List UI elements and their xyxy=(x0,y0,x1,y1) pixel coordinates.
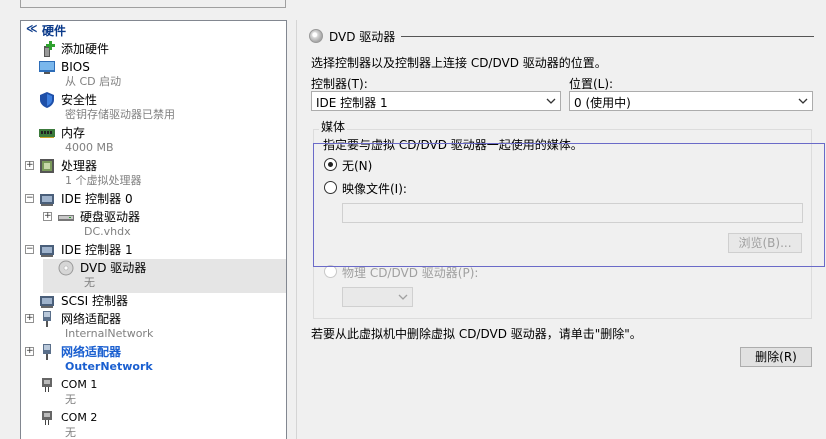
tree-item-subtext: 1 个虚拟处理器 xyxy=(65,174,142,187)
hardware-header-label: 硬件 xyxy=(42,24,67,38)
dvd-disc-icon xyxy=(309,29,323,43)
location-select-value: 0 (使用中) xyxy=(574,96,631,110)
shield-icon xyxy=(40,92,54,108)
tree-item-label: 内存 xyxy=(61,126,86,140)
tree-item-subtext: 无 xyxy=(65,426,76,439)
top-strip xyxy=(0,0,826,14)
memory-icon xyxy=(39,129,55,138)
panel-title: DVD 驱动器 xyxy=(329,30,396,44)
tree-item-label: DVD 驱动器 xyxy=(80,261,147,275)
controller-select-value: IDE 控制器 1 xyxy=(316,96,388,110)
physical-drive-radio[interactable] xyxy=(324,265,337,278)
tree-item-label: 网络适配器 xyxy=(61,312,122,326)
media-description: 指定要与虚拟 CD/DVD 驱动器一起使用的媒体。 xyxy=(323,138,583,152)
expand-icon[interactable]: + xyxy=(43,212,52,221)
processor-icon xyxy=(40,159,54,173)
panel-description: 选择控制器以及控制器上连接 CD/DVD 驱动器的位置。 xyxy=(311,56,607,70)
controller-icon xyxy=(40,245,54,257)
tree-item-label: COM 2 xyxy=(61,411,98,424)
location-label: 位置(L): xyxy=(569,77,614,91)
expand-icon[interactable]: + xyxy=(25,347,34,356)
tree-item-hard-drive[interactable]: + 硬盘驱动器 xyxy=(21,209,286,225)
chevron-down-icon xyxy=(798,98,808,104)
hardware-tree[interactable]: ≪ 硬件 添加硬件 BIOS 从 CD 启动 安全性 密钥存储驱动器已禁用 内存… xyxy=(20,20,287,439)
media-group-label: 媒体 xyxy=(319,118,348,135)
collapse-chevron-icon[interactable]: ≪ xyxy=(26,22,38,35)
tree-item-security[interactable]: 安全性 xyxy=(21,92,286,108)
tree-item-subtext: OuterNetwork xyxy=(65,360,153,373)
none-radio[interactable] xyxy=(324,158,337,171)
tree-item-scsi-controller[interactable]: SCSI 控制器 xyxy=(21,293,286,309)
physical-drive-select[interactable] xyxy=(342,287,413,307)
collapse-icon[interactable]: − xyxy=(25,245,34,254)
dvd-disc-icon xyxy=(58,260,74,276)
tree-item-subtext: 密钥存储驱动器已禁用 xyxy=(65,108,175,121)
serial-port-icon xyxy=(42,411,52,425)
image-file-radio-label[interactable]: 映像文件(I): xyxy=(342,180,407,197)
add-hardware-icon xyxy=(44,41,55,57)
tree-item-subtext: 无 xyxy=(65,393,76,406)
image-file-path-input[interactable] xyxy=(342,203,803,223)
physical-drive-label: 物理 CD/DVD 驱动器(P): xyxy=(342,266,479,280)
hard-drive-icon xyxy=(58,215,74,221)
chevron-down-icon xyxy=(398,294,408,300)
hardware-section-header[interactable]: ≪ 硬件 xyxy=(21,21,286,38)
tree-item-com2[interactable]: COM 2 xyxy=(21,410,286,426)
chevron-down-icon xyxy=(546,98,556,104)
image-file-radio[interactable] xyxy=(324,181,337,194)
tree-item-network-adapter-internal[interactable]: + 网络适配器 xyxy=(21,311,286,327)
top-box xyxy=(20,0,286,8)
tree-item-label: IDE 控制器 0 xyxy=(61,192,133,206)
location-select[interactable]: 0 (使用中) xyxy=(569,91,813,111)
tree-item-subtext: 从 CD 启动 xyxy=(65,75,122,88)
tree-item-label: 硬盘驱动器 xyxy=(80,210,141,224)
tree-item-label: 网络适配器 xyxy=(61,345,122,359)
network-adapter-icon xyxy=(43,344,51,360)
controller-icon xyxy=(40,194,54,206)
tree-item-processor[interactable]: + 处理器 xyxy=(21,158,286,174)
tree-item-bios[interactable]: BIOS xyxy=(21,59,286,75)
remove-button[interactable]: 删除(R) xyxy=(740,347,812,367)
tree-item-add-hardware[interactable]: 添加硬件 xyxy=(21,41,286,57)
scsi-controller-icon xyxy=(40,296,54,308)
expand-icon[interactable]: + xyxy=(25,161,34,170)
controller-select[interactable]: IDE 控制器 1 xyxy=(311,91,561,111)
tree-item-dvd-drive[interactable]: DVD 驱动器 xyxy=(21,260,286,276)
tree-item-label: IDE 控制器 1 xyxy=(61,243,133,257)
tree-item-subtext: 无 xyxy=(84,276,95,289)
dvd-settings-panel: DVD 驱动器 选择控制器以及控制器上连接 CD/DVD 驱动器的位置。 控制器… xyxy=(296,20,826,439)
network-adapter-icon xyxy=(43,311,51,327)
remove-hint: 若要从此虚拟机中删除虚拟 CD/DVD 驱动器，请单击"删除"。 xyxy=(311,327,642,341)
tree-item-subtext: 4000 MB xyxy=(65,141,114,154)
tree-item-ide-controller-0[interactable]: − IDE 控制器 0 xyxy=(21,191,286,207)
controller-label: 控制器(T): xyxy=(311,77,368,91)
tree-item-label: 安全性 xyxy=(61,93,98,107)
title-divider xyxy=(401,36,814,37)
tree-item-label: SCSI 控制器 xyxy=(61,294,128,308)
tree-item-label: COM 1 xyxy=(61,378,98,391)
tree-item-subtext: DC.vhdx xyxy=(84,225,131,238)
tree-item-subtext: InternalNetwork xyxy=(65,327,154,340)
none-radio-label[interactable]: 无(N) xyxy=(342,157,372,174)
tree-item-label: 处理器 xyxy=(61,159,98,173)
browse-button[interactable]: 浏览(B)... xyxy=(728,233,802,253)
expand-icon[interactable]: + xyxy=(25,314,34,323)
tree-item-label: BIOS xyxy=(61,60,90,74)
collapse-icon[interactable]: − xyxy=(25,194,34,203)
tree-item-com1[interactable]: COM 1 xyxy=(21,377,286,393)
tree-item-label: 添加硬件 xyxy=(61,42,110,56)
tree-item-network-adapter-outer[interactable]: + 网络适配器 xyxy=(21,344,286,360)
bios-icon xyxy=(39,61,55,74)
tree-item-memory[interactable]: 内存 xyxy=(21,125,286,141)
serial-port-icon xyxy=(42,378,52,392)
tree-item-ide-controller-1[interactable]: − IDE 控制器 1 xyxy=(21,242,286,258)
